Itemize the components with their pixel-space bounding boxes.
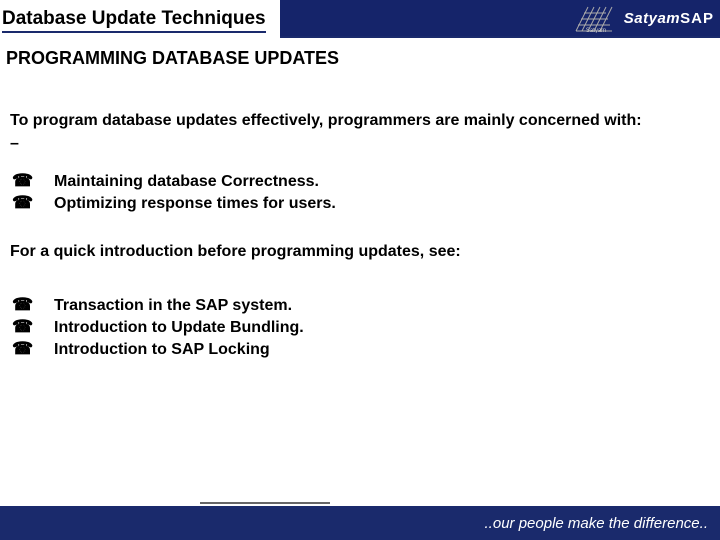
bullet-text: Optimizing response times for users. [54, 195, 336, 213]
see-also-text: For a quick introduction before programm… [10, 243, 710, 261]
dash-separator: – [10, 135, 710, 153]
phone-icon: ☎ [12, 171, 30, 191]
slide-content: To program database updates effectively,… [0, 69, 720, 359]
list-item: ☎ Introduction to Update Bundling. [12, 317, 710, 337]
brand-text: SatyamSAP [624, 10, 714, 27]
slide-footer: ..our people make the difference.. [0, 506, 720, 540]
header-title-background: Database Update Techniques [0, 0, 280, 38]
phone-icon: ☎ [12, 295, 30, 315]
bullet-text: Introduction to SAP Locking [54, 341, 270, 359]
slide-header: Database Update Techniques Satyam [0, 0, 720, 38]
satyam-logo-icon: Satyam [574, 3, 618, 33]
slide-title: Database Update Techniques [2, 8, 266, 33]
bullet-text: Maintaining database Correctness. [54, 173, 319, 191]
bullet-text: Introduction to Update Bundling. [54, 319, 304, 337]
bullet-list-2: ☎ Transaction in the SAP system. ☎ Intro… [10, 295, 710, 359]
list-item: ☎ Introduction to SAP Locking [12, 339, 710, 359]
intro-text: To program database updates effectively,… [10, 111, 710, 131]
list-item: ☎ Maintaining database Correctness. [12, 171, 710, 191]
footer-divider [200, 502, 330, 504]
brand-italic: Satyam [624, 10, 680, 27]
svg-text:Satyam: Satyam [586, 28, 606, 33]
phone-icon: ☎ [12, 193, 30, 213]
bullet-text: Transaction in the SAP system. [54, 297, 292, 315]
bullet-list-1: ☎ Maintaining database Correctness. ☎ Op… [10, 171, 710, 213]
footer-left [0, 506, 360, 540]
slide-subtitle: PROGRAMMING DATABASE UPDATES [0, 38, 720, 69]
list-item: ☎ Transaction in the SAP system. [12, 295, 710, 315]
phone-icon: ☎ [12, 339, 30, 359]
brand-sap: SAP [680, 10, 714, 27]
list-item: ☎ Optimizing response times for users. [12, 193, 710, 213]
logo-area: Satyam SatyamSAP [574, 3, 714, 33]
phone-icon: ☎ [12, 317, 30, 337]
footer-tagline: ..our people make the difference.. [360, 506, 720, 540]
